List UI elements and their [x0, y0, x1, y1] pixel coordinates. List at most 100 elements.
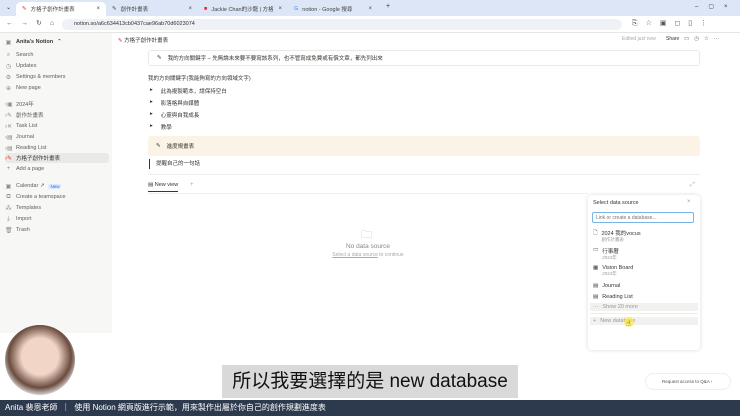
sidebar-item-new-page[interactable]: ⊕ New page	[5, 83, 109, 93]
journal-icon: ▤	[593, 283, 599, 289]
header-actions-icons[interactable]: ▭◷☆⋯	[684, 36, 724, 42]
table-icon: ▤	[148, 182, 155, 188]
toggle-block[interactable]: ▸ 教學	[150, 123, 172, 131]
request-qa-button[interactable]: Request access to Q&A ›	[645, 373, 731, 390]
hand-cursor-icon: ☝	[626, 319, 631, 328]
share-button[interactable]: Share	[666, 36, 679, 42]
toggle-block[interactable]: ▸ 此為複製範本，請保持空白	[150, 87, 227, 95]
browser-tab[interactable]: Gnotion - Google 搜尋 ×	[288, 2, 378, 16]
browser-toolbar-icons[interactable]: ⎘☆▣◻▯⋮	[632, 19, 715, 28]
journal-icon: ›▤	[5, 134, 13, 141]
data-source-item[interactable]: ▤ Journal	[593, 283, 620, 289]
label: Add a page	[16, 166, 45, 172]
sidebar-item-teamspace[interactable]: ⧉ Create a teamspace	[5, 192, 109, 202]
expand-icon[interactable]: ⤢	[690, 182, 695, 189]
data-source-item[interactable]: 🗋 2024 我的vocus 創作計畫表	[593, 229, 641, 243]
sidebar-page[interactable]: ›▤ Reading List	[5, 143, 109, 153]
page-icon: ✎	[22, 6, 27, 12]
browser-tab[interactable]: ✎ 創作計畫表 ×	[106, 2, 198, 16]
sidebar-item-templates[interactable]: ⁂ Templates	[5, 203, 109, 213]
sidebar-item-settings[interactable]: ⚙ Settings & members	[5, 72, 109, 82]
label: 2024年	[16, 102, 34, 108]
tab-label: notion - Google 搜尋	[302, 7, 353, 13]
sidebar: ▣ Anita's Notion ⌃ ⌕ Search ◷ Updates ⚙ Setti…	[0, 33, 112, 333]
clock-icon: ◷	[5, 63, 12, 70]
sidebar-page[interactable]: ›✎ 創作計畫表	[5, 110, 109, 120]
workspace-switcher[interactable]: ▣ Anita's Notion ⌃	[5, 37, 109, 47]
sidebar-item-trash[interactable]: 🗑 Trash	[5, 225, 109, 235]
divider	[148, 193, 588, 194]
browser-tab[interactable]: ✎ 方格子創作計畫表 ×	[16, 2, 106, 16]
label: 創作計畫表	[16, 113, 44, 119]
plus-icon: +	[593, 318, 597, 324]
toggle-label: 心靈與自我成長	[160, 113, 200, 119]
sidebar-page[interactable]: ›✕ Task List	[5, 121, 109, 131]
callout-block-progress[interactable]: ✎ 進度規畫表	[148, 136, 700, 156]
browser-tab-bar: ⌄ ✎ 方格子創作計畫表 × ✎ 創作計畫表 × ■ Jackie Chan的沙龍 | 方…	[0, 0, 740, 16]
gallery-icon: ▦	[593, 265, 599, 271]
sidebar-page[interactable]: ›▤ Journal	[5, 132, 109, 142]
callout-text: 進度規畫表	[166, 144, 195, 150]
new-tab-button[interactable]: +	[386, 3, 390, 10]
data-source-item[interactable]: ▦ Vision Board 2024年	[593, 265, 633, 277]
empty-state-title: No data source	[345, 243, 391, 250]
import-icon: ⤓	[7, 215, 10, 222]
callout-block[interactable]: ✎ 我的方向關鍵字 – 先無論未來要不要寫該系列，也不管寫成免費或有償文章，都先列…	[148, 50, 700, 66]
data-source-item[interactable]: ▤ Reading List	[593, 294, 633, 300]
close-icon[interactable]: ×	[96, 6, 100, 12]
item-parent: 2024年	[602, 271, 617, 276]
text-block[interactable]: 我的方向關鍵字(我能夠寫的方向領域文字)	[148, 74, 251, 82]
close-icon[interactable]: ×	[278, 6, 282, 12]
select-data-source-link[interactable]: Select a data source	[332, 252, 378, 258]
add-view-button[interactable]: +	[190, 182, 194, 188]
browser-tab[interactable]: ■Jackie Chan的沙龍 | 方格子 - ×	[198, 2, 288, 16]
templates-icon: ⁂	[5, 205, 12, 212]
quote-block[interactable]: 提醒自己的一句話	[149, 159, 200, 169]
window-controls[interactable]: –▢×	[695, 3, 738, 10]
sidebar-item-search[interactable]: ⌕ Search	[5, 50, 109, 60]
toggle-arrow-icon: ▸	[150, 111, 153, 117]
presenter-avatar	[5, 325, 75, 395]
sidebar-page[interactable]: ›▣ 2024年	[5, 99, 109, 109]
tab-new-view[interactable]: ▤ New view	[148, 182, 179, 192]
search-icon: ⌕	[6, 51, 11, 58]
sidebar-item-calendar[interactable]: ▣ Calendar ↗ New	[5, 181, 109, 191]
close-icon[interactable]: ×	[368, 6, 372, 12]
sidebar-item-import[interactable]: ⤓ Import	[5, 214, 109, 224]
breadcrumb-label: 方格子創作計畫表	[124, 38, 169, 44]
breadcrumb[interactable]: ✎ 方格子創作計畫表	[118, 36, 168, 44]
item-parent: 創作計畫表	[601, 237, 624, 242]
nav-buttons[interactable]: ←→↻⌂	[6, 19, 62, 27]
toggle-block[interactable]: ▸ 心靈與自我成長	[150, 111, 199, 119]
page-icon: ›▣	[5, 101, 13, 108]
calendar-icon: ▭	[593, 247, 599, 253]
label: Reading List	[16, 145, 47, 151]
sidebar-page-active[interactable]: ›✎ 方格子創作計畫表	[5, 153, 109, 163]
close-icon[interactable]: ×	[687, 199, 691, 205]
edited-status: Edited just now	[622, 36, 656, 42]
label: Import	[16, 216, 32, 222]
tab-search-icon[interactable]: ⌄	[6, 4, 11, 11]
divider	[148, 174, 700, 175]
url-input[interactable]: notion.so/a6c634413cb0437cae96ab70d60230…	[62, 19, 622, 30]
sidebar-item-updates[interactable]: ◷ Updates	[5, 61, 109, 71]
toggle-block[interactable]: ▸ 影落格與自媒體	[150, 99, 199, 107]
database-search-input[interactable]	[592, 212, 694, 223]
data-source-item[interactable]: ▭ 行事曆 2024年	[593, 247, 619, 261]
show-more-button[interactable]: ⋯ Show 20 more	[590, 303, 698, 311]
label: New page	[16, 85, 41, 91]
trash-icon: 🗑	[5, 227, 13, 234]
close-icon[interactable]: ×	[188, 6, 192, 12]
item-label: Reading List	[602, 294, 633, 300]
label: Calendar ↗	[16, 183, 45, 189]
label: Updates	[16, 63, 37, 69]
gear-icon: ⚙	[5, 74, 12, 81]
plus-icon: +	[6, 166, 11, 172]
teamspace-icon: ⧉	[6, 193, 11, 200]
bottom-info-bar: Anita 裴恩老師 ｜ 使用 Notion 網頁版進行示範，用來製作出屬於你自…	[0, 400, 740, 416]
new-database-button[interactable]: + New database	[590, 317, 698, 325]
page-icon: ›✎	[5, 155, 13, 162]
toggle-label: 此為複製範本，請保持空白	[160, 89, 227, 95]
add-page-button[interactable]: + Add a page	[5, 164, 109, 174]
tab-label: 創作計畫表	[120, 7, 149, 13]
